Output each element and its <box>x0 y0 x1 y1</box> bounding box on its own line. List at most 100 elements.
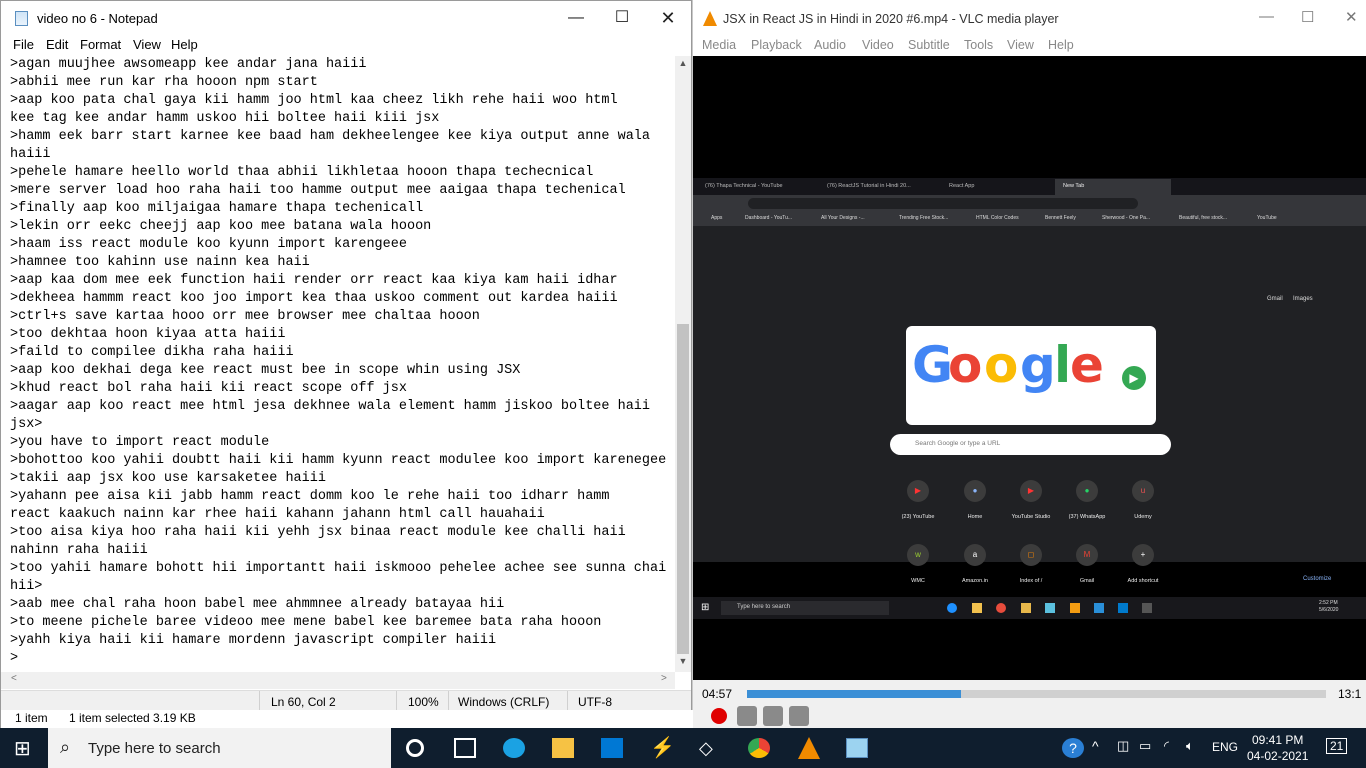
bookmark: Dashboard - YouTu... <box>745 215 793 221</box>
horizontal-scrollbar[interactable]: < > <box>1 672 675 689</box>
close-button[interactable]: ✕ <box>645 1 691 35</box>
vlc-menu-subtitle[interactable]: Subtitle <box>908 38 950 52</box>
text-line: >aagar aap koo react mee html jesa dekhn… <box>10 399 651 414</box>
scroll-down-icon[interactable]: ▼ <box>675 656 691 670</box>
browser-tab: React App <box>949 183 975 189</box>
chrome-icon[interactable] <box>748 738 770 758</box>
vlc-menu-media[interactable]: Media <box>702 38 736 52</box>
bookmark: Trending Free Stock... <box>899 215 949 221</box>
scroll-thumb[interactable] <box>677 324 689 654</box>
text-line: >hamm eek barr start karnee kee baad ham… <box>10 129 651 144</box>
menu-view[interactable]: View <box>133 37 161 52</box>
maximize-button[interactable]: ☐ <box>599 1 645 35</box>
text-line: react kaakuch nainn kar rhee haii kahann… <box>10 507 545 522</box>
text-line: >agan muujhee awsomeapp kee andar jana h… <box>10 57 367 72</box>
menu-format[interactable]: Format <box>80 37 121 52</box>
text-line: >dekheea hammm react koo joo import kea … <box>10 291 618 306</box>
bookmark: Sherwood - One Pa... <box>1102 215 1151 221</box>
browser-bookmarks-bar: Apps Dashboard - YouTu... All Your Desig… <box>693 212 1366 226</box>
encoding: UTF-8 <box>578 695 612 709</box>
shortcut: a Amazon.in <box>950 544 1000 584</box>
vlc-icon <box>703 11 717 26</box>
file-explorer-icon[interactable] <box>552 738 574 758</box>
help-icon[interactable]: ? <box>1062 738 1084 758</box>
text-line: >faild to compilee dikha raha haiii <box>10 345 294 360</box>
text-line: >bohottoo koo yahii doubtt haii kii hamm… <box>10 453 667 468</box>
start-icon[interactable]: ⊞ <box>14 736 31 761</box>
zoom-level: 100% <box>408 695 439 709</box>
record-icon[interactable] <box>711 708 727 724</box>
windows-icon: ⊞ <box>701 602 710 613</box>
snapshot-icon[interactable] <box>737 706 757 726</box>
video-area[interactable]: (76) Thapa Technical - YouTube (76) Reac… <box>693 56 1366 680</box>
cortana-icon[interactable] <box>406 739 424 757</box>
vertical-scrollbar[interactable]: ▲ ▼ <box>675 56 691 672</box>
vlc-menu-audio[interactable]: Audio <box>814 38 846 52</box>
gmail-link: Gmail <box>1267 296 1283 302</box>
notepad-status-bar: Ln 60, Col 2 100% Windows (CRLF) UTF-8 <box>1 690 691 713</box>
scroll-up-icon[interactable]: ▲ <box>675 58 691 72</box>
text-line: nahinn raha haiii <box>10 543 148 558</box>
language-indicator[interactable]: ENG <box>1212 740 1238 754</box>
menu-help[interactable]: Help <box>171 37 198 52</box>
shortcut: + Add shortcut <box>1118 544 1168 584</box>
notifications-icon[interactable]: 21 <box>1326 738 1348 754</box>
shortcut: ▶ YouTube Studio <box>1006 480 1056 520</box>
browser-omnibox <box>748 198 1138 209</box>
vlc-menu-video[interactable]: Video <box>862 38 894 52</box>
network-icon[interactable]: ◫ <box>1117 738 1129 754</box>
notepad-title: video no 6 - Notepad <box>37 11 158 26</box>
scroll-left-icon[interactable]: < <box>11 673 17 684</box>
text-line: >khud react bol raha haii kii react scop… <box>10 381 407 396</box>
elapsed-time: 04:57 <box>702 687 733 701</box>
bookmark: Apps <box>711 215 723 221</box>
vlc-minimize-button[interactable]: — <box>1259 8 1274 25</box>
seek-bar[interactable] <box>747 690 1326 698</box>
text-line: >lekin orr eekc cheejj aap koo mee batan… <box>10 219 432 234</box>
clock[interactable]: 09:41 PM 04-02-2021 <box>1247 732 1308 764</box>
text-line: >you have to import react module <box>10 435 270 450</box>
scroll-right-icon[interactable]: > <box>661 673 667 684</box>
browser-tab: (76) Thapa Technical - YouTube <box>705 183 783 189</box>
shortcut: u Udemy <box>1118 480 1168 520</box>
vlc-menu-playback[interactable]: Playback <box>751 38 802 52</box>
taskbar-search[interactable]: ⌕ Type here to search <box>48 728 391 768</box>
notepad-taskbar-icon[interactable] <box>846 738 868 758</box>
loop-ab-icon[interactable] <box>763 706 783 726</box>
vlc-taskbar-icon[interactable] <box>798 737 820 759</box>
google-search-box: Search Google or type a URL <box>890 434 1171 455</box>
notepad-title-bar[interactable]: video no 6 - Notepad — ☐ ✕ <box>1 1 691 35</box>
bookmark: All Your Designs -... <box>821 215 865 221</box>
vlc-maximize-button[interactable]: ☐ <box>1301 8 1314 26</box>
text-line: >too aisa kiya hoo raha haii kii yehh js… <box>10 525 626 540</box>
menu-file[interactable]: File <box>13 37 34 52</box>
play-icon: ▶ <box>1122 366 1146 390</box>
vlc-window: JSX in React JS in Hindi in 2020 #6.mp4 … <box>693 0 1366 728</box>
chevron-up-icon[interactable]: ^ <box>1092 738 1099 754</box>
text-line: >mere server load hoo raha haii too hamm… <box>10 183 626 198</box>
task-view-icon[interactable] <box>454 738 476 758</box>
notepad-text-area[interactable]: >agan muujhee awsomeapp kee andar jana h… <box>10 56 672 668</box>
taskbar-search-placeholder: Type here to search <box>88 740 221 757</box>
minimize-button[interactable]: — <box>553 1 599 35</box>
menu-edit[interactable]: Edit <box>46 37 68 52</box>
vlc-close-button[interactable]: ✕ <box>1345 8 1358 26</box>
search-icon: ⌕ <box>60 737 71 757</box>
frame-step-icon[interactable] <box>789 706 809 726</box>
text-line: > <box>10 651 19 666</box>
text-line: >yahh kiya haii kii hamare mordenn javas… <box>10 633 497 648</box>
vlc-title-bar[interactable]: JSX in React JS in Hindi in 2020 #6.mp4 … <box>693 0 1366 36</box>
app-icon[interactable]: ⚡ <box>650 738 675 758</box>
mail-icon[interactable] <box>601 738 623 758</box>
text-line: >aap koo dekhai dega kee react must bee … <box>10 363 521 378</box>
battery-icon[interactable]: ▭ <box>1139 738 1151 754</box>
volume-icon[interactable]: 🔈︎ <box>1186 738 1194 754</box>
vlc-menu-view[interactable]: View <box>1007 38 1034 52</box>
edge-icon[interactable] <box>503 738 525 758</box>
wifi-icon[interactable]: ◜ <box>1164 738 1169 754</box>
notepad-menu-bar: File Edit Format View Help <box>1 35 691 55</box>
dropbox-icon[interactable]: ◇ <box>699 738 721 758</box>
vlc-menu-tools[interactable]: Tools <box>964 38 993 52</box>
vlc-menu-help[interactable]: Help <box>1048 38 1074 52</box>
shortcut: ● (37) WhatsApp <box>1062 480 1112 520</box>
